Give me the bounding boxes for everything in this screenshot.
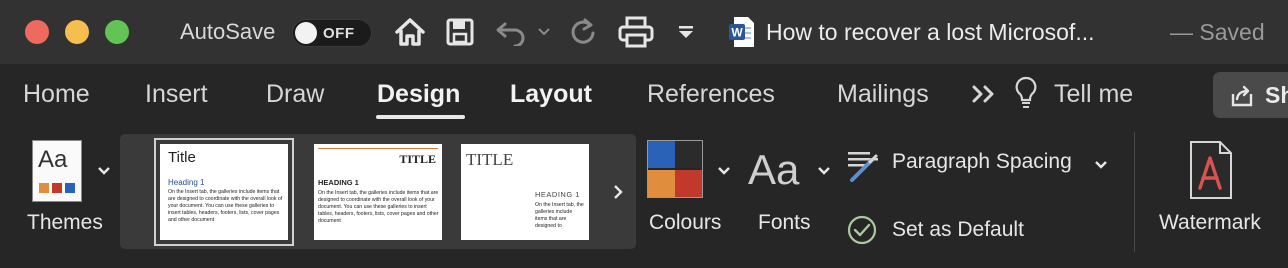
undo-icon[interactable] [494,14,530,50]
theme-swatch-blue [65,183,75,193]
colour-swatch-blue [648,141,675,168]
thumbnail-title: Title [168,149,196,166]
ribbon-tabs: Home Insert Draw Design Layout Reference… [0,64,1288,124]
colour-swatch-dark [675,141,702,168]
lightbulb-icon[interactable] [1014,76,1038,115]
colours-dropdown-chevron-icon[interactable] [717,166,731,176]
style-set-thumbnail[interactable]: TITLE HEADING 1 On the Insert tab, the g… [461,144,589,240]
autosave-toggle[interactable]: OFF [292,19,372,47]
thumbnail-title: TITLE [399,152,436,166]
active-tab-indicator [376,115,465,119]
paragraph-spacing-chevron-icon [1095,161,1107,169]
autosave-label: AutoSave [180,19,276,44]
colours-button[interactable] [647,140,703,198]
autosave-state: OFF [323,25,355,42]
watermark-label: Watermark [1159,211,1261,234]
tab-mailings[interactable]: Mailings [837,80,929,109]
themes-button[interactable]: Aa [32,140,82,202]
theme-swatch-orange [39,183,49,193]
redo-icon[interactable] [566,14,600,50]
minimize-window-button[interactable] [65,20,89,44]
checkmark-circle-icon [847,215,877,245]
share-icon [1231,85,1253,107]
tab-layout[interactable]: Layout [510,80,592,109]
thumbnail-heading: Heading 1 [168,178,205,187]
close-window-button[interactable] [25,20,49,44]
thumbnail-heading: HEADING 1 [535,190,580,199]
colour-swatch-orange [648,170,675,197]
document-title: How to recover a lost Microsof... [766,19,1095,45]
style-set-thumbnail[interactable]: TITLE HEADING 1 On the Insert tab, the g… [314,144,442,240]
gallery-next-chevron-icon[interactable] [612,184,624,200]
style-set-gallery: Title Heading 1 On the Insert tab, the g… [120,134,636,249]
thumbnail-body: On the Insert tab, the galleries include… [535,202,584,229]
title-bar: AutoSave OFF W How to recover a lost Mic… [0,0,1288,64]
themes-dropdown-chevron-icon[interactable] [97,166,111,176]
toggle-knob [295,22,317,44]
save-icon[interactable] [444,14,476,50]
zoom-window-button[interactable] [105,20,129,44]
thumbnail-body: On the Insert tab, the galleries include… [318,190,439,224]
tab-insert[interactable]: Insert [145,80,208,109]
undo-dropdown-chevron-icon[interactable] [536,14,552,50]
thumbnail-rule [318,148,438,149]
colours-label: Colours [649,211,722,234]
ribbon-group-divider [1134,132,1135,252]
saved-status: — Saved [1170,19,1265,45]
share-button[interactable]: Sh [1213,72,1288,118]
paragraph-spacing-icon [848,152,878,182]
tab-references[interactable]: References [647,80,775,109]
share-button-label: Sh [1265,82,1288,108]
colour-swatch-red [675,170,702,197]
set-as-default-button[interactable]: Set as Default [846,214,1046,248]
paragraph-spacing-label: Paragraph Spacing [892,150,1072,173]
print-icon[interactable] [616,14,656,50]
themes-label: Themes [27,211,103,234]
paragraph-spacing-button[interactable]: Paragraph Spacing [846,146,1116,182]
tab-draw[interactable]: Draw [266,80,324,109]
thumbnail-body: On the Insert tab, the galleries include… [168,189,283,223]
thumbnail-title: TITLE [466,150,514,169]
tab-design[interactable]: Design [377,80,460,109]
thumbnail-heading: HEADING 1 [318,178,359,187]
watermark-icon [1190,141,1232,199]
fonts-dropdown-chevron-icon[interactable] [817,166,831,176]
word-document-icon: W [728,14,756,50]
set-as-default-label: Set as Default [892,218,1024,241]
themes-aa-icon: Aa [38,146,68,173]
home-icon[interactable] [392,14,428,50]
theme-swatch-red [52,183,62,193]
svg-text:W: W [731,26,743,40]
more-tabs-chevron-icon[interactable] [972,84,998,109]
style-set-thumbnail[interactable]: Title Heading 1 On the Insert tab, the g… [154,138,294,246]
fonts-label: Fonts [758,211,811,234]
tab-home[interactable]: Home [23,80,90,109]
tell-me-search[interactable]: Tell me [1054,80,1133,109]
customize-toolbar-icon[interactable] [674,14,698,50]
fonts-aa-icon[interactable]: Aa [748,146,799,194]
watermark-button[interactable] [1188,140,1234,200]
design-ribbon: Aa Themes Title Heading 1 On the Insert … [0,124,1288,268]
